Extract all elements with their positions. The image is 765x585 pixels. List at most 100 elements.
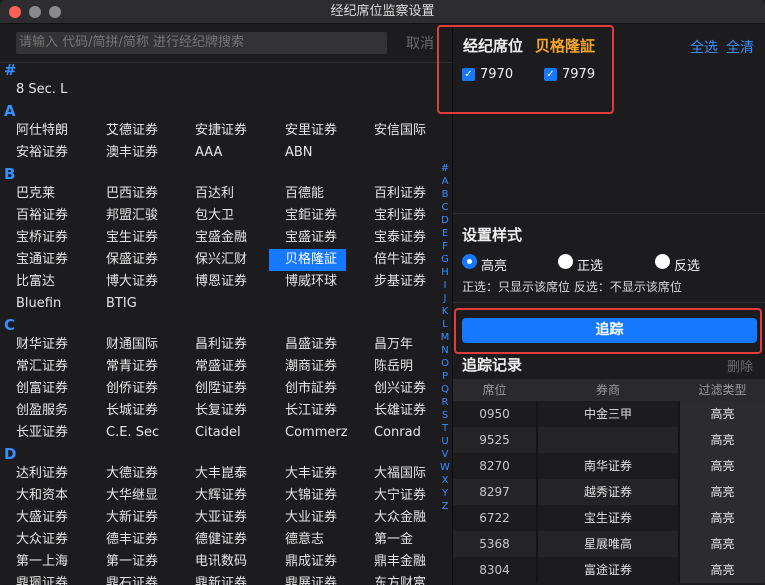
broker-item[interactable]: 鼎成证券 — [285, 551, 337, 573]
broker-item[interactable]: 宝通证券 — [16, 249, 68, 271]
broker-item[interactable]: 鼎珮证券 — [16, 573, 68, 585]
index-letter[interactable]: P — [438, 370, 452, 383]
broker-item[interactable]: 第一证券 — [106, 551, 158, 573]
broker-item[interactable]: 昌盛证券 — [285, 334, 337, 356]
index-letter[interactable]: N — [438, 344, 452, 357]
broker-item[interactable]: 陈岳明 — [374, 356, 413, 378]
index-letter[interactable]: V — [438, 448, 452, 461]
broker-item[interactable]: 博大证券 — [106, 271, 158, 293]
broker-item[interactable]: 宝桥证券 — [16, 227, 68, 249]
table-row[interactable]: 9525 高亮 — [453, 427, 765, 453]
table-row[interactable]: 8304 富途证券 高亮 — [453, 557, 765, 583]
broker-item[interactable]: 百达利 — [195, 183, 234, 205]
broker-item[interactable]: 创富证券 — [16, 378, 68, 400]
minimize-window-button[interactable] — [29, 6, 41, 18]
broker-item[interactable]: 巴西证券 — [106, 183, 158, 205]
index-letter[interactable]: G — [438, 253, 452, 266]
index-letter[interactable]: U — [438, 435, 452, 448]
broker-item[interactable]: 大业证券 — [285, 507, 337, 529]
broker-item[interactable]: 鼎新证券 — [195, 573, 247, 585]
index-letter[interactable]: E — [438, 227, 452, 240]
broker-item[interactable]: 百德能 — [285, 183, 324, 205]
broker-item[interactable]: 保盛证券 — [106, 249, 158, 271]
broker-item[interactable]: 巴克莱 — [16, 183, 55, 205]
broker-item[interactable]: 长复证券 — [195, 400, 247, 422]
index-letter[interactable]: M — [438, 331, 452, 344]
index-letter[interactable]: T — [438, 422, 452, 435]
broker-item[interactable]: 达利证券 — [16, 463, 68, 485]
index-letter[interactable]: A — [438, 175, 452, 188]
broker-item[interactable]: 百利证券 — [374, 183, 426, 205]
broker-item[interactable]: 百裕证券 — [16, 205, 68, 227]
broker-item[interactable]: 德健证券 — [195, 529, 247, 551]
broker-item[interactable]: 鼎展证券 — [285, 573, 337, 585]
broker-item[interactable]: 德丰证券 — [106, 529, 158, 551]
broker-item[interactable]: 倍牛证券 — [374, 249, 426, 271]
index-letter[interactable]: Z — [438, 500, 452, 513]
index-letter[interactable]: F — [438, 240, 452, 253]
broker-item[interactable]: 大众证券 — [16, 529, 68, 551]
broker-item[interactable]: 步基证券 — [374, 271, 426, 293]
broker-item[interactable]: 电讯数码 — [195, 551, 247, 573]
broker-item[interactable]: 8 Sec. L — [16, 79, 67, 101]
broker-item[interactable]: Commerz — [285, 422, 348, 444]
broker-item[interactable]: 大德证券 — [106, 463, 158, 485]
broker-item[interactable]: 第一金 — [374, 529, 413, 551]
broker-item[interactable]: 安捷证券 — [195, 120, 247, 142]
broker-item[interactable]: 邦盟汇骏 — [106, 205, 158, 227]
select-all-button[interactable]: 全选 — [690, 37, 718, 57]
broker-item[interactable]: 博威环球 — [285, 271, 337, 293]
broker-item[interactable]: 宝生证券 — [106, 227, 158, 249]
radio-positive[interactable] — [558, 254, 573, 269]
close-window-button[interactable] — [9, 6, 21, 18]
broker-item[interactable]: 大众金融 — [374, 507, 426, 529]
broker-item[interactable]: 财通国际 — [106, 334, 158, 356]
broker-item[interactable]: 安裕证券 — [16, 142, 68, 164]
radio-negative[interactable] — [655, 254, 670, 269]
index-letter-bar[interactable]: # A B C D E F G H I J K L M N O P Q R S T U V W X Y Z — [438, 162, 452, 513]
broker-item[interactable]: 艾德证券 — [106, 120, 158, 142]
broker-item[interactable]: 比富达 — [16, 271, 55, 293]
broker-item[interactable]: 长亚证券 — [16, 422, 68, 444]
broker-item[interactable]: 昌万年 — [374, 334, 413, 356]
broker-item[interactable]: 大亚证券 — [195, 507, 247, 529]
table-row[interactable]: 8270 南华证券 高亮 — [453, 453, 765, 479]
broker-item[interactable]: 大盛证券 — [16, 507, 68, 529]
broker-item[interactable]: 常盛证券 — [195, 356, 247, 378]
broker-item[interactable]: 常汇证券 — [16, 356, 68, 378]
index-letter[interactable]: K — [438, 305, 452, 318]
index-letter[interactable]: O — [438, 357, 452, 370]
broker-item[interactable]: 鼎石证券 — [106, 573, 158, 585]
broker-item[interactable]: 大宁证券 — [374, 485, 426, 507]
broker-item[interactable]: 大丰证券 — [285, 463, 337, 485]
index-letter[interactable]: S — [438, 409, 452, 422]
broker-item[interactable]: 长雄证券 — [374, 400, 426, 422]
index-letter[interactable]: R — [438, 396, 452, 409]
broker-item[interactable]: 创侨证券 — [106, 378, 158, 400]
broker-item[interactable]: ABN — [285, 142, 313, 164]
index-letter[interactable]: J — [438, 292, 452, 305]
broker-item[interactable]: 贝格隆証 — [269, 249, 346, 271]
broker-item[interactable]: 宝盛金融 — [195, 227, 247, 249]
broker-item[interactable]: 财华证券 — [16, 334, 68, 356]
broker-item[interactable]: 昌利证券 — [195, 334, 247, 356]
index-letter[interactable]: I — [438, 279, 452, 292]
broker-item[interactable]: 鼎丰金融 — [374, 551, 426, 573]
broker-item[interactable]: Conrad — [374, 422, 421, 444]
index-letter[interactable]: D — [438, 214, 452, 227]
broker-item[interactable]: 澳丰证券 — [106, 142, 158, 164]
track-button[interactable]: 追踪 — [462, 318, 757, 343]
broker-item[interactable]: 德意志 — [285, 529, 324, 551]
index-letter[interactable]: Q — [438, 383, 452, 396]
broker-item[interactable]: BTIG — [106, 293, 137, 315]
broker-item[interactable]: 东方财富 — [374, 573, 426, 585]
broker-item[interactable]: 大福国际 — [374, 463, 426, 485]
broker-item[interactable]: 安信国际 — [374, 120, 426, 142]
broker-item[interactable]: 阿仕特朗 — [16, 120, 68, 142]
zoom-window-button[interactable] — [49, 6, 61, 18]
index-letter[interactable]: # — [438, 162, 452, 175]
broker-item[interactable]: 宝鉅证券 — [285, 205, 337, 227]
search-input[interactable] — [16, 32, 387, 54]
clear-all-button[interactable]: 全清 — [726, 37, 754, 57]
index-letter[interactable]: C — [438, 201, 452, 214]
